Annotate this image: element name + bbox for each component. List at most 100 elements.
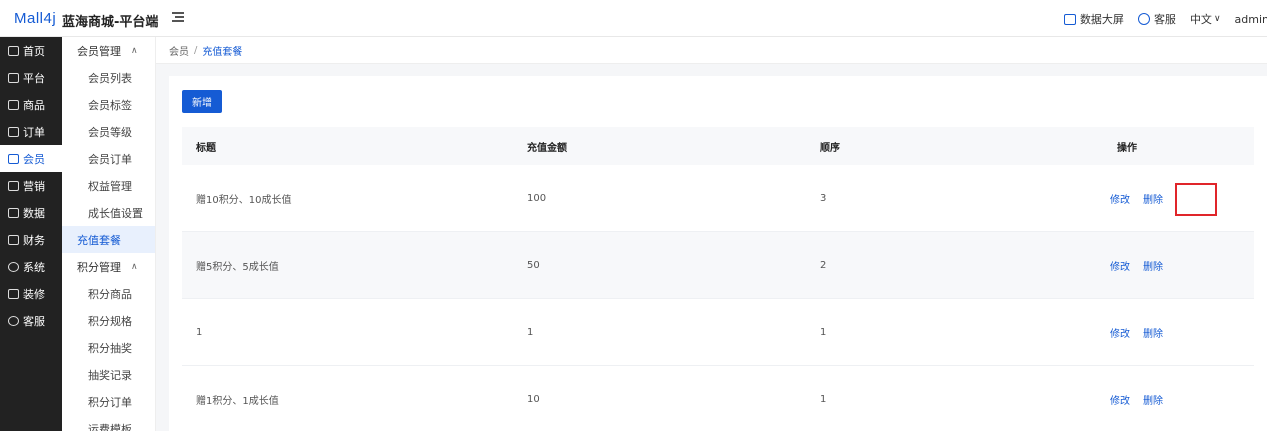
- header-actions: 数据大屏 客服 中文 ∨ admin: [1050, 11, 1267, 27]
- nav-label: 客服: [23, 314, 45, 328]
- cell-actions: 修改 删除: [1110, 392, 1254, 407]
- edit-link[interactable]: 修改: [1110, 325, 1130, 340]
- subnav-item-member-list[interactable]: 会员列表: [62, 64, 155, 91]
- top-header: Mall4j 蓝海商城-平台端 数据大屏 客服 中文 ∨ admin: [0, 0, 1267, 37]
- menu-toggle-icon[interactable]: [172, 10, 186, 24]
- table-row: 赠5积分、5成长值 50 2 修改 删除: [182, 232, 1254, 299]
- subnav-item-shipping-templates[interactable]: 运费模板: [62, 415, 155, 431]
- subnav-item-growth-settings[interactable]: 成长值设置: [62, 199, 155, 226]
- nav-item-platform[interactable]: 平台: [0, 64, 62, 91]
- breadcrumb-separator: /: [194, 44, 198, 56]
- cell-title: 赠5积分、5成长值: [196, 261, 279, 273]
- brush-icon: [8, 288, 19, 299]
- delete-link[interactable]: 删除: [1143, 258, 1163, 273]
- delete-link[interactable]: 删除: [1143, 392, 1163, 407]
- ledger-icon: [8, 234, 19, 245]
- cell-order: 1: [820, 393, 827, 405]
- nav-label: 首页: [23, 44, 45, 58]
- customer-service-link[interactable]: 客服: [1137, 11, 1176, 27]
- cell-order: 3: [820, 192, 827, 204]
- gift-icon: [8, 180, 19, 191]
- breadcrumb-current: 充值套餐: [202, 46, 243, 58]
- chevron-up-icon: ∧: [131, 261, 138, 272]
- nav-label: 会员: [23, 152, 45, 166]
- breadcrumb-root[interactable]: 会员: [169, 43, 189, 58]
- column-header-title: 标题: [196, 142, 216, 154]
- gear-icon: [8, 261, 19, 272]
- nav-label: 装修: [23, 287, 45, 301]
- nav-label: 系统: [23, 260, 45, 274]
- nav-label: 平台: [23, 71, 45, 85]
- delete-highlight-box: [1175, 183, 1217, 216]
- monitor-chart-icon: [1063, 13, 1076, 25]
- subnav-item-points-orders[interactable]: 积分订单: [62, 388, 155, 415]
- cell-amount: 1: [527, 326, 534, 338]
- chat-icon: [8, 315, 19, 326]
- subnav-item-lottery-records[interactable]: 抽奖记录: [62, 361, 155, 388]
- secondary-sidebar: 会员管理 ∧ 会员列表 会员标签 会员等级 会员订单 权益管理 成长值设置 充值套…: [62, 37, 156, 431]
- users-icon: [8, 153, 19, 164]
- subnav-group-points-management[interactable]: 积分管理 ∧: [62, 253, 155, 280]
- subnav-item-benefits[interactable]: 权益管理: [62, 172, 155, 199]
- cell-amount: 100: [527, 192, 547, 204]
- nav-item-members[interactable]: 会员: [0, 145, 62, 172]
- subnav-item-points-specs[interactable]: 积分规格: [62, 307, 155, 334]
- data-screen-link[interactable]: 数据大屏: [1063, 11, 1124, 27]
- add-button[interactable]: 新增: [182, 90, 222, 113]
- delete-link[interactable]: 删除: [1143, 325, 1163, 340]
- user-menu[interactable]: admin: [1235, 13, 1267, 26]
- breadcrumb: 会员 / 充值套餐: [156, 37, 1267, 64]
- column-header-order: 顺序: [820, 142, 840, 154]
- cell-actions: 修改 删除: [1110, 258, 1254, 273]
- nav-label: 商品: [23, 98, 45, 112]
- cell-actions: 修改 删除: [1110, 325, 1254, 340]
- nav-label: 数据: [23, 206, 45, 220]
- nav-item-finance[interactable]: 财务: [0, 226, 62, 253]
- subnav-group-member-management[interactable]: 会员管理 ∧: [62, 37, 155, 64]
- cell-amount: 50: [527, 259, 540, 271]
- language-label: 中文: [1189, 13, 1212, 26]
- table-row: 赠10积分、10成长值 100 3 修改 删除: [182, 165, 1254, 232]
- nav-item-products[interactable]: 商品: [0, 91, 62, 118]
- nav-item-marketing[interactable]: 营销: [0, 172, 62, 199]
- app-title: 蓝海商城-平台端: [62, 15, 159, 30]
- nav-item-system[interactable]: 系统: [0, 253, 62, 280]
- nav-item-orders[interactable]: 订单: [0, 118, 62, 145]
- monitor-icon: [8, 72, 19, 83]
- subnav-item-recharge-packages[interactable]: 充值套餐: [62, 226, 155, 253]
- cell-title: 赠10积分、10成长值: [196, 194, 292, 206]
- data-screen-label: 数据大屏: [1079, 13, 1124, 26]
- cell-title: 赠1积分、1成长值: [196, 395, 279, 407]
- edit-link[interactable]: 修改: [1110, 392, 1130, 407]
- box-icon: [8, 99, 19, 110]
- subnav-item-member-levels[interactable]: 会员等级: [62, 118, 155, 145]
- column-header-amount: 充值金额: [527, 142, 567, 154]
- subnav-item-member-tags[interactable]: 会员标签: [62, 91, 155, 118]
- chart-icon: [8, 207, 19, 218]
- nav-item-home[interactable]: 首页: [0, 37, 62, 64]
- logo[interactable]: Mall4j: [14, 10, 56, 27]
- nav-item-service[interactable]: 客服: [0, 307, 62, 334]
- primary-sidebar: 首页 平台 商品 订单 会员 营销 数据 财务 系统 装修 客服: [0, 37, 62, 431]
- edit-link[interactable]: 修改: [1110, 191, 1130, 206]
- actions-label: 操作: [1117, 142, 1137, 154]
- group-label: 积分管理: [77, 260, 121, 274]
- delete-link[interactable]: 删除: [1143, 191, 1163, 206]
- table-row: 1 1 1 修改 删除: [182, 299, 1254, 366]
- recharge-package-table: 标题 充值金额 顺序 操作 赠10积分、10成长值 100 3 修改 删除 赠5…: [182, 127, 1254, 431]
- user-name: admin: [1234, 12, 1267, 26]
- subnav-item-points-products[interactable]: 积分商品: [62, 280, 155, 307]
- cell-title: 1: [196, 326, 203, 338]
- chat-icon: [1137, 13, 1150, 25]
- language-select[interactable]: 中文 ∨: [1190, 11, 1221, 27]
- cell-order: 2: [820, 259, 827, 271]
- subnav-item-member-orders[interactable]: 会员订单: [62, 145, 155, 172]
- nav-label: 营销: [23, 179, 45, 193]
- column-header-actions: 操作: [1117, 139, 1254, 154]
- nav-item-data[interactable]: 数据: [0, 199, 62, 226]
- nav-item-decoration[interactable]: 装修: [0, 280, 62, 307]
- table-header: 标题 充值金额 顺序 操作: [182, 127, 1254, 165]
- edit-link[interactable]: 修改: [1110, 258, 1130, 273]
- subnav-item-points-lottery[interactable]: 积分抽奖: [62, 334, 155, 361]
- nav-label: 订单: [23, 125, 45, 139]
